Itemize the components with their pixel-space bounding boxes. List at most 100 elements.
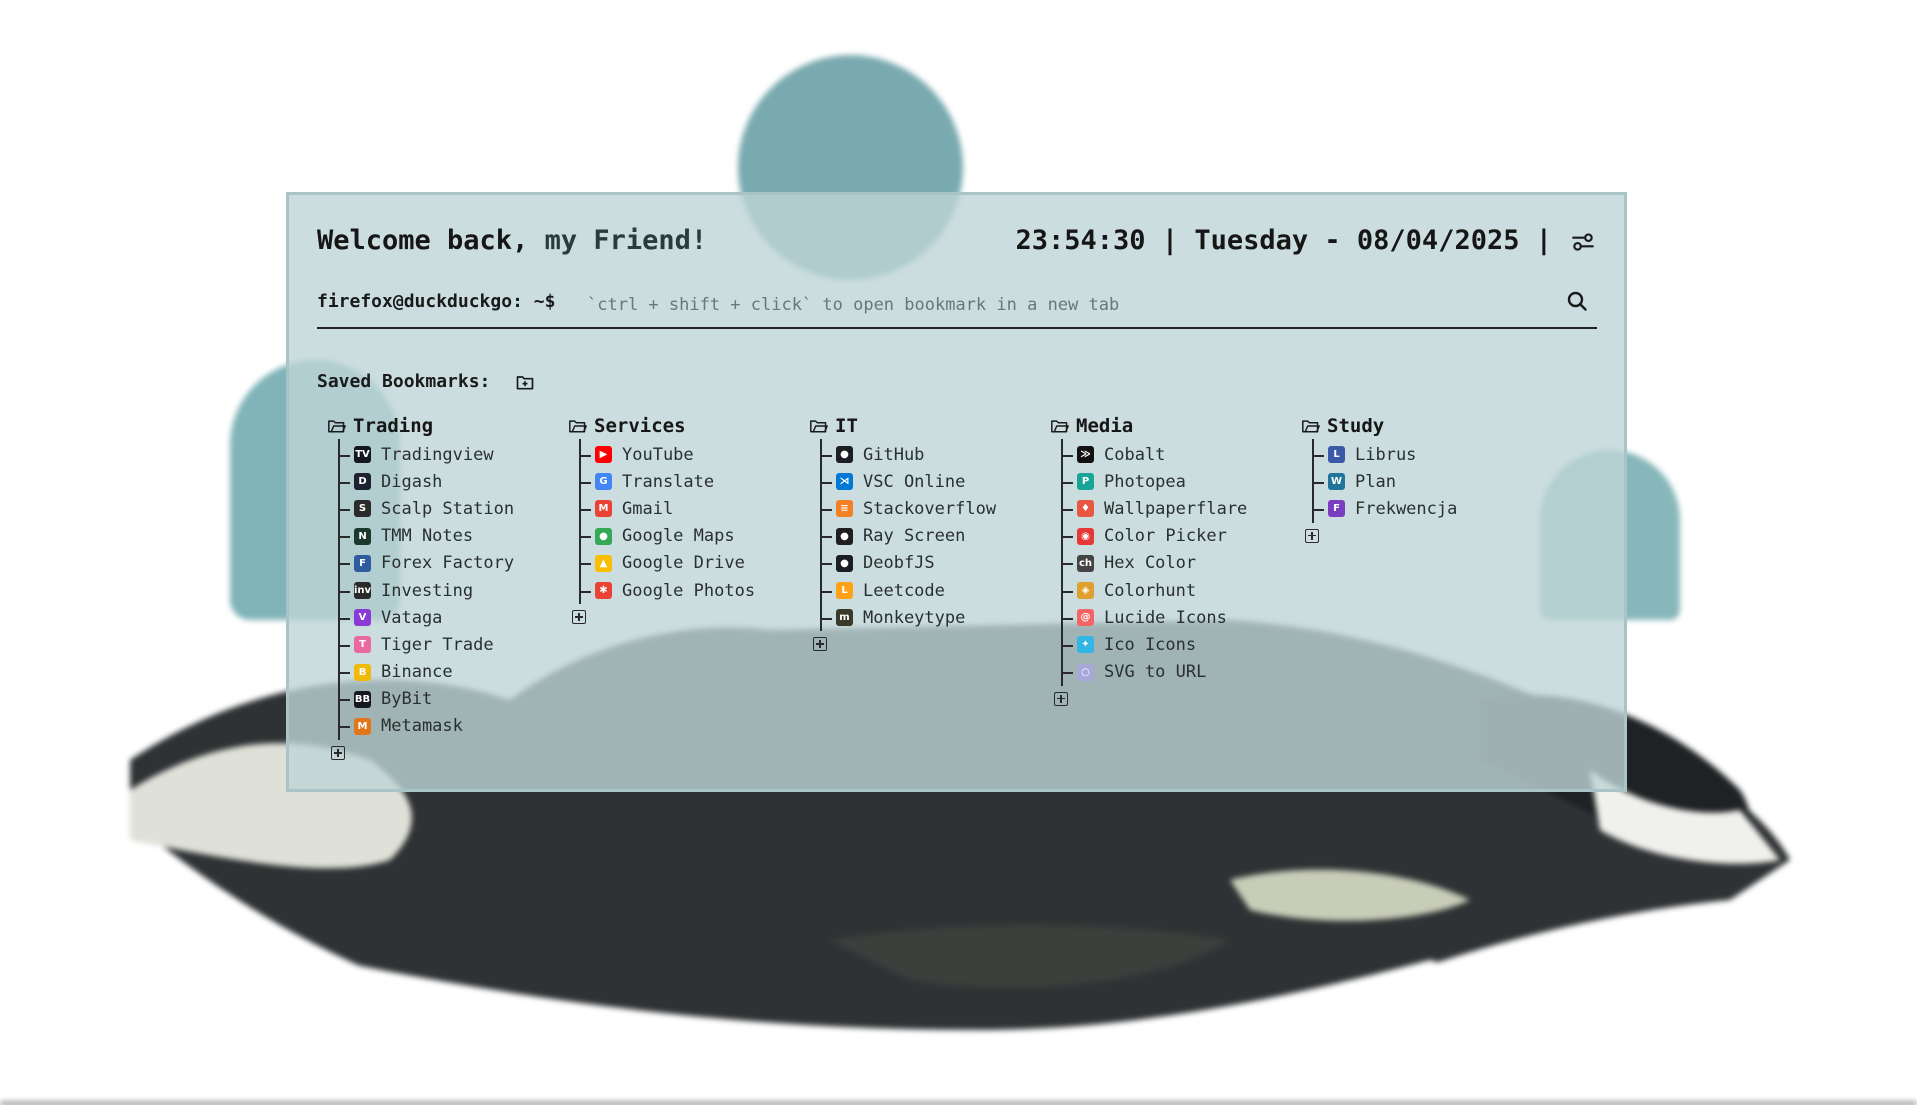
bookmark-link[interactable]: ≡ Stackoverflow [822,495,996,522]
deobfjs-icon: ● [836,554,853,572]
search-input[interactable] [585,289,1549,321]
bookmark-label: Lucide Icons [1104,607,1227,628]
photopea-icon: P [1077,473,1094,491]
bookmark-link[interactable]: F Forex Factory [340,550,514,577]
bookmark-link[interactable]: ◉ Color Picker [1063,523,1247,550]
bookmark-link[interactable]: ● DeobfJS [822,550,996,577]
add-bookmark-icon[interactable] [1054,691,1068,706]
bookmark-link[interactable]: @ Lucide Icons [1063,604,1247,631]
bookmark-label: ByBit [381,689,433,710]
google-photos-icon: ✱ [595,582,612,600]
clock-display: 23:54:30 | Tuesday - 08/04/2025 | [1016,225,1552,256]
bookmark-link[interactable]: D Digash [340,468,514,495]
saved-bookmarks-label: Saved Bookmarks: [317,371,491,392]
wallpaperflare-icon: ♦ [1077,500,1094,518]
clock-separator: | [1161,225,1179,256]
bookmark-link[interactable]: ● Google Maps [581,523,755,550]
bookmark-link[interactable]: S Scalp Station [340,495,514,522]
tradingview-icon: TV [354,446,371,464]
bookmark-link[interactable]: ○ SVG to URL [1063,659,1247,686]
vscode-icon: ⋊ [836,473,853,491]
lucide-icon: @ [1077,609,1094,627]
settings-sliders-icon[interactable] [1570,229,1596,255]
bookmark-link[interactable]: ● Ray Screen [822,523,996,550]
welcome-name: my Friend! [544,225,708,256]
bookmark-link[interactable]: M Metamask [340,713,514,740]
bookmark-link[interactable]: G Translate [581,468,755,495]
group-header[interactable]: Study [1301,413,1457,439]
bookmark-link[interactable]: ch Hex Color [1063,550,1247,577]
bookmark-label: Google Drive [622,553,745,574]
add-bookmark-icon[interactable] [813,637,827,652]
welcome-prefix: Welcome back, [317,225,529,256]
bookmark-label: Stackoverflow [863,498,997,519]
binance-icon: B [354,663,371,681]
bookmark-list: ≫ Cobalt P Photopea ♦ Wallpaperflare ◉ Color Pi… [1061,439,1247,686]
cobalt-icon: ≫ [1077,446,1094,464]
bookmark-link[interactable]: inv Investing [340,577,514,604]
github-icon: ● [836,446,853,464]
bookmark-link[interactable]: V Vataga [340,604,514,631]
add-bookmark-icon[interactable] [572,610,586,625]
bookmark-link[interactable]: ≫ Cobalt [1063,441,1247,468]
bookmark-label: Hex Color [1104,553,1197,574]
terminal-prompt: firefox@duckduckgo: ~$ [317,291,556,312]
bookmark-label: Digash [381,471,443,492]
add-folder-icon[interactable] [515,372,535,392]
folder-open-icon [569,420,587,433]
svg-to-url-icon: ○ [1077,663,1094,681]
search-icon[interactable] [1565,289,1589,313]
startpage-panel: Welcome back, my Friend! 23:54:30 | Tues… [286,192,1627,792]
bookmark-link[interactable]: m Monkeytype [822,604,996,631]
bookmark-link[interactable]: BB ByBit [340,686,514,713]
bookmark-label: SVG to URL [1104,662,1207,683]
wordpress-icon: W [1328,473,1345,491]
bookmark-link[interactable]: P Photopea [1063,468,1247,495]
google-drive-icon: ▲ [595,554,612,572]
group-header[interactable]: Media [1050,413,1247,439]
bookmark-label: Color Picker [1104,526,1227,547]
group-title: Media [1076,415,1134,437]
bookmark-link[interactable]: ▲ Google Drive [581,550,755,577]
bookmark-link[interactable]: ✦ Ico Icons [1063,631,1247,658]
bookmark-link[interactable]: T Tiger Trade [340,631,514,658]
bybit-icon: BB [354,690,371,708]
group-header[interactable]: IT [809,413,996,439]
bookmark-group-trading: Trading TV Tradingview D Digash S Scalp Statio… [327,413,514,761]
bookmark-link[interactable]: TV Tradingview [340,441,514,468]
bookmark-link[interactable]: ⋊ VSC Online [822,468,996,495]
bookmark-link[interactable]: L Leetcode [822,577,996,604]
add-bookmark-icon[interactable] [1305,528,1319,543]
group-header[interactable]: Services [568,413,755,439]
bookmark-list: ▶ YouTube G Translate M Gmail ● Google Maps ▲ Goo… [579,439,755,605]
colorhunt-icon: ◈ [1077,582,1094,600]
bookmark-label: Ray Screen [863,526,966,547]
vataga-icon: V [354,609,371,627]
bookmark-label: Scalp Station [381,498,515,519]
ray-screen-icon: ● [836,527,853,545]
group-header[interactable]: Trading [327,413,514,439]
bookmark-link[interactable]: ● GitHub [822,441,996,468]
bookmark-group-study: Study L Librus W Plan F Frekwencja [1301,413,1457,543]
bookmark-link[interactable]: N TMM Notes [340,523,514,550]
folder-open-icon [1302,420,1320,433]
bookmark-link[interactable]: B Binance [340,659,514,686]
bookmark-link[interactable]: F Frekwencja [1314,495,1457,522]
bookmark-link[interactable]: ♦ Wallpaperflare [1063,495,1247,522]
bookmark-link[interactable]: M Gmail [581,495,755,522]
google-maps-icon: ● [595,527,612,545]
clock-separator-end: | [1535,225,1552,256]
bookmark-link[interactable]: ✱ Google Photos [581,577,755,604]
scalp-station-icon: S [354,500,371,518]
bookmark-label: Forex Factory [381,553,515,574]
bookmark-link[interactable]: ◈ Colorhunt [1063,577,1247,604]
monkeytype-icon: m [836,609,853,627]
welcome-heading: Welcome back, my Friend! [317,225,707,256]
librus-icon: L [1328,446,1345,464]
bookmark-link[interactable]: L Librus [1314,441,1457,468]
add-bookmark-icon[interactable] [331,746,345,761]
bookmark-link[interactable]: W Plan [1314,468,1457,495]
bookmark-label: Ico Icons [1104,634,1197,655]
bookmark-label: TMM Notes [381,526,474,547]
bookmark-link[interactable]: ▶ YouTube [581,441,755,468]
